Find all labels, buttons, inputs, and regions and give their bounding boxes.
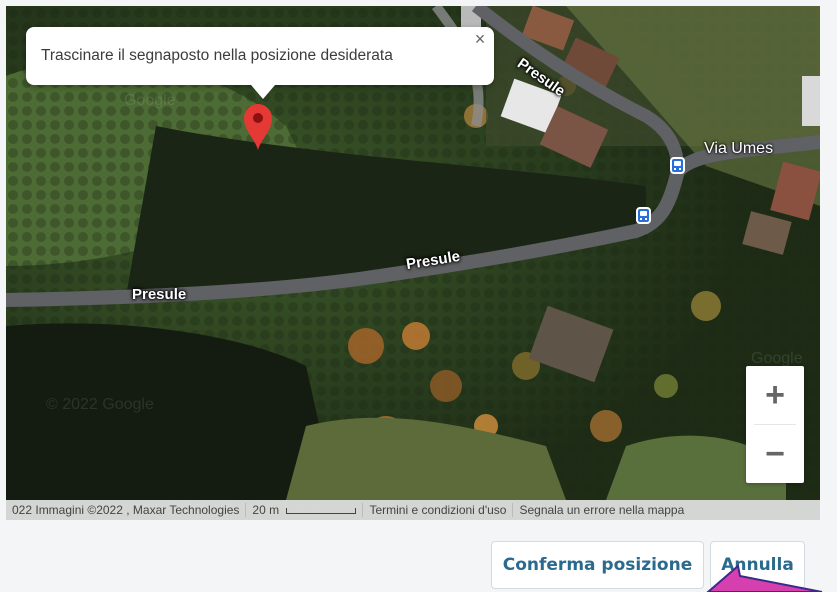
satellite-map[interactable]: Google © 2022 Google Google Presule Pres… xyxy=(6,6,820,520)
bus-stop-icon[interactable] xyxy=(636,207,651,224)
map-attribution: 022 Immagini ©2022 , Maxar Technologies … xyxy=(6,500,820,520)
road-label: Presule xyxy=(132,286,187,303)
map-dialog: Google © 2022 Google Google Presule Pres… xyxy=(0,0,837,592)
map-watermark: © 2022 Google xyxy=(46,396,154,413)
instruction-popup: Trascinare il segnaposto nella posizione… xyxy=(26,27,494,99)
scale-indicator[interactable]: 20 m xyxy=(246,503,364,517)
confirm-position-button[interactable]: Conferma posizione xyxy=(491,541,704,589)
terms-link[interactable]: Termini e condizioni d'uso xyxy=(363,503,514,517)
pointer-arrow-icon xyxy=(706,564,823,592)
zoom-control: + − xyxy=(746,366,804,483)
map-watermark: Google xyxy=(124,92,176,109)
zoom-out-button[interactable]: − xyxy=(746,425,804,483)
dialog-edge xyxy=(820,0,837,592)
imagery-credit: 022 Immagini ©2022 , Maxar Technologies xyxy=(6,503,247,517)
map-pin-icon[interactable] xyxy=(242,101,274,151)
scale-label: 20 m xyxy=(252,503,280,517)
bus-stop-icon[interactable] xyxy=(670,157,685,174)
scale-bar xyxy=(286,507,357,514)
street-label: Via Umes xyxy=(704,140,774,157)
popup-message: Trascinare il segnaposto nella posizione… xyxy=(41,47,393,64)
close-icon[interactable]: × xyxy=(472,30,488,48)
report-error-link[interactable]: Segnala un errore nella mappa xyxy=(513,503,690,517)
zoom-in-button[interactable]: + xyxy=(746,366,804,424)
